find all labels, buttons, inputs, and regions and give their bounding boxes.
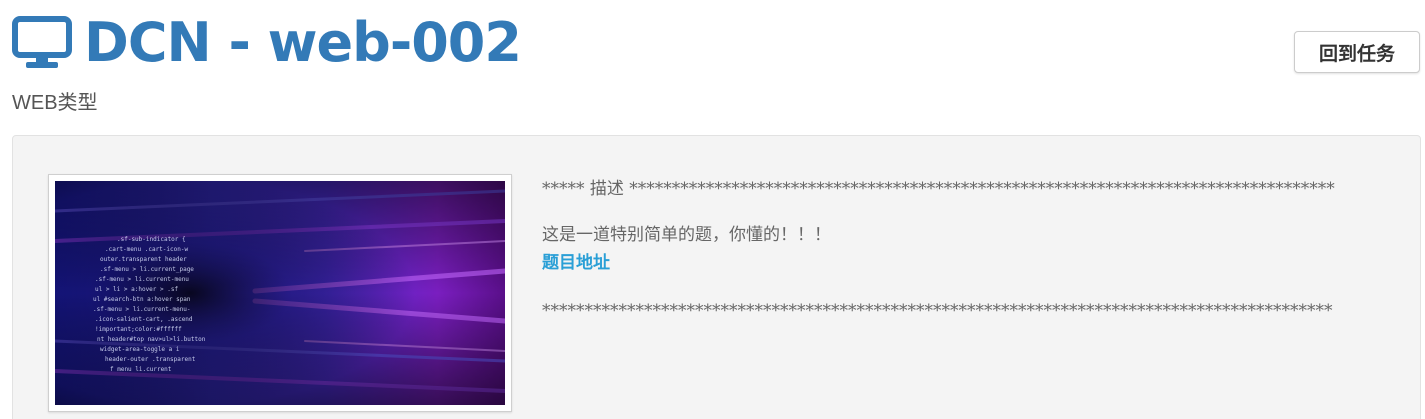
svg-text:.sf-menu > li.current-menu-: .sf-menu > li.current-menu- xyxy=(93,306,191,313)
task-type-label: WEB类型 xyxy=(12,92,98,114)
svg-text:.sf-sub-indicator {: .sf-sub-indicator { xyxy=(117,236,186,243)
task-detail-page: DCN - web-002 WEB类型 回到任务 .sf-sub-indicat… xyxy=(0,0,1425,419)
svg-text:widget-area-toggle a i: widget-area-toggle a i xyxy=(100,346,180,353)
task-panel: .sf-sub-indicator { .cart-menu .cart-ico… xyxy=(12,135,1421,419)
description-header: ***** 描述 *******************************… xyxy=(542,179,1335,199)
svg-text:!important;color:#ffffff: !important;color:#ffffff xyxy=(95,326,182,333)
svg-text:.icon-salient-cart, .ascend: .icon-salient-cart, .ascend xyxy=(95,316,193,323)
task-description: ***** 描述 *******************************… xyxy=(542,176,1394,324)
svg-text:ul > li > a:hover > .sf: ul > li > a:hover > .sf xyxy=(95,286,178,293)
svg-text:f menu li.current: f menu li.current xyxy=(110,366,172,373)
svg-text:outer.transparent header: outer.transparent header xyxy=(100,256,187,263)
monitor-icon xyxy=(12,16,72,68)
back-to-tasks-button[interactable]: 回到任务 xyxy=(1294,31,1420,73)
svg-text:header-outer .transparent: header-outer .transparent xyxy=(105,356,196,363)
svg-text:ul #search-btn a:hover span: ul #search-btn a:hover span xyxy=(93,296,191,303)
page-title: DCN - web-002 xyxy=(84,11,522,74)
svg-text:.sf-menu > li.current_page: .sf-menu > li.current_page xyxy=(100,266,194,273)
svg-text:nt header#top nav>ul>li.button: nt header#top nav>ul>li.button xyxy=(97,336,206,343)
code-screen-thumbnail: .sf-sub-indicator { .cart-menu .cart-ico… xyxy=(55,181,505,405)
svg-text:.sf-menu > li.current-menu: .sf-menu > li.current-menu xyxy=(95,276,189,283)
svg-text:.cart-menu .cart-icon-w: .cart-menu .cart-icon-w xyxy=(105,246,188,253)
description-footer: ****************************************… xyxy=(542,301,1333,321)
page-header: DCN - web-002 xyxy=(12,10,522,76)
task-url-link[interactable]: 题目地址 xyxy=(542,248,1394,278)
task-thumbnail-frame: .sf-sub-indicator { .cart-menu .cart-ico… xyxy=(48,174,512,412)
description-text: 这是一道特别简单的题，你懂的！！！ xyxy=(542,225,831,245)
